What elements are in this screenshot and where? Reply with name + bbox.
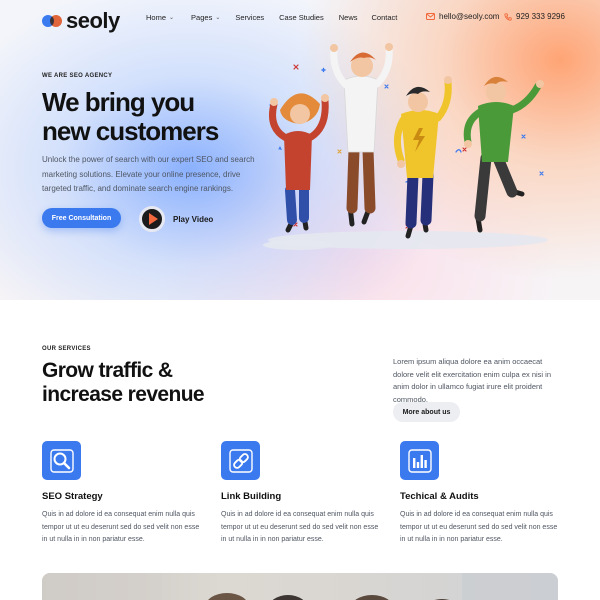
services-title-line1: Grow traffic & bbox=[42, 359, 173, 382]
nav-item-contact[interactable]: Contact bbox=[372, 13, 398, 22]
logo[interactable]: seoly bbox=[42, 8, 120, 34]
hero-description: Unlock the power of search with our expe… bbox=[42, 155, 255, 193]
services-eyebrow: OUR SERVICES bbox=[42, 346, 91, 352]
team-photo bbox=[42, 573, 558, 600]
nav-item-news[interactable]: News bbox=[339, 13, 358, 22]
service-card-title: SEO Strategy bbox=[42, 491, 103, 502]
play-video-button[interactable]: Play Video bbox=[139, 206, 213, 232]
nav-item-label: Home bbox=[146, 13, 167, 22]
nav-item-label: Contact bbox=[371, 13, 398, 22]
nav-item-label: Case Studies bbox=[279, 13, 324, 22]
services-description: Lorem ipsum aliqua dolore ea anim occaec… bbox=[393, 357, 551, 404]
chevron-down-icon: ⌄ bbox=[215, 15, 221, 21]
envelope-icon bbox=[426, 13, 435, 20]
hero-title-line2: new customers bbox=[42, 116, 219, 146]
service-card-technical-audits[interactable]: Techical & Audits Quis in ad dolore id e… bbox=[400, 441, 560, 547]
play-video-label: Play Video bbox=[173, 214, 214, 224]
nav-item-label: News bbox=[338, 13, 358, 22]
logo-text: seoly bbox=[66, 8, 120, 33]
hero-eyebrow: WE ARE SEO AGENCY bbox=[42, 73, 113, 79]
bar-chart-icon bbox=[400, 441, 439, 480]
service-card-text: Quis in ad dolore id ea consequat enim n… bbox=[400, 511, 558, 543]
service-card-link-building[interactable]: Link Building Quis in ad dolore id ea co… bbox=[221, 441, 381, 547]
nav-item-case-studies[interactable]: Case Studies bbox=[279, 13, 324, 22]
service-card-seo-strategy[interactable]: SEO Strategy Quis in ad dolore id ea con… bbox=[42, 441, 202, 547]
hero-illustration bbox=[263, 43, 548, 250]
nav-item-label: Pages bbox=[191, 13, 213, 22]
more-about-us-button[interactable]: More about us bbox=[393, 402, 460, 422]
person-yellow-sweater bbox=[394, 76, 452, 239]
service-card-text: Quis in ad dolore id ea consequat enim n… bbox=[221, 511, 379, 543]
person-green-sweater bbox=[463, 76, 544, 233]
magnifier-icon bbox=[42, 441, 81, 480]
nav-item-services[interactable]: Services bbox=[235, 13, 264, 22]
chevron-down-icon: ⌄ bbox=[169, 15, 175, 21]
service-card-text: Quis in ad dolore id ea consequat enim n… bbox=[42, 511, 200, 543]
phone-icon bbox=[504, 12, 512, 21]
play-icon[interactable] bbox=[139, 206, 165, 232]
contact-phone-text: 929 333 9296 bbox=[516, 12, 565, 21]
contact-email[interactable]: hello@seoly.com bbox=[426, 12, 499, 21]
service-card-title: Techical & Audits bbox=[400, 491, 479, 502]
nav-item-pages[interactable]: Pages ⌄ bbox=[191, 13, 220, 22]
team-photo-shapes bbox=[42, 573, 558, 600]
nav-item-label: Services bbox=[235, 13, 265, 22]
free-consultation-button[interactable]: Free Consultation bbox=[42, 208, 121, 228]
person-white-shirt bbox=[330, 43, 393, 227]
logo-icon bbox=[42, 14, 62, 28]
services-title: Grow traffic & increase revenue bbox=[42, 359, 242, 407]
contact-email-text: hello@seoly.com bbox=[439, 12, 500, 21]
nav-item-home[interactable]: Home ⌄ bbox=[146, 13, 174, 22]
hero-title-line1: We bring you bbox=[42, 87, 195, 117]
link-icon bbox=[221, 441, 260, 480]
hero-title: We bring you new customers bbox=[42, 88, 282, 146]
person-red-sweater bbox=[269, 93, 329, 233]
services-title-line2: increase revenue bbox=[42, 383, 205, 406]
main-nav: Home ⌄ Pages ⌄ Services Case Studies New… bbox=[146, 13, 414, 22]
service-card-title: Link Building bbox=[221, 491, 282, 502]
contact-phone[interactable]: 929 333 9296 bbox=[504, 12, 565, 21]
